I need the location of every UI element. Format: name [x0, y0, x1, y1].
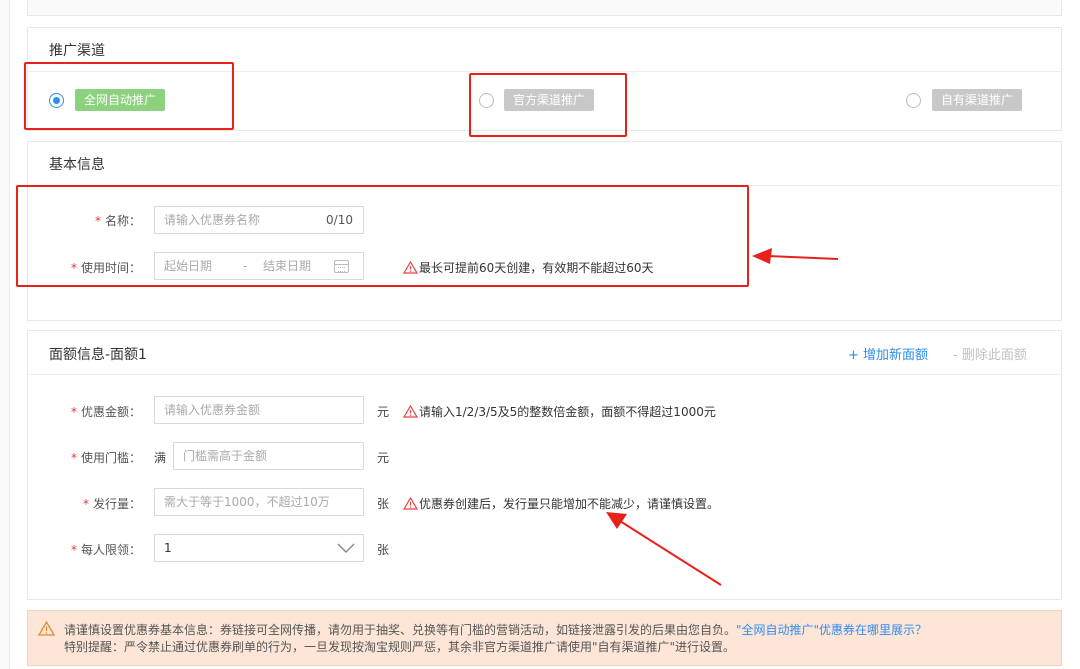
tag-official-promo[interactable]: 官方渠道推广 [504, 89, 595, 111]
time-label: * 使用时间： [70, 261, 141, 275]
threshold-unit: 元 [377, 451, 390, 465]
amount-hint: 请输入1/2/3/5及5的整数倍金额，面额不得超过1000元 [402, 403, 716, 420]
channel-divider [28, 71, 1061, 72]
amount-unit: 元 [377, 405, 390, 419]
threshold-label: * 使用门槛： [70, 451, 141, 465]
radio-self-promo[interactable] [906, 93, 921, 108]
notice-line-2: 特别提醒：严令禁止通过优惠券刷单的行为，一旦发现按淘宝规则严惩，其余非官方渠道推… [64, 640, 736, 654]
start-date-placeholder: 起始日期 [164, 259, 213, 273]
chevron-down-icon [337, 543, 355, 553]
previous-section-edge [27, 0, 1062, 16]
limit-select[interactable]: 1 [154, 534, 364, 562]
tag-auto-promo[interactable]: 全网自动推广 [75, 89, 166, 111]
add-denomination-link[interactable]: + 增加新面额 [848, 344, 928, 363]
left-rail [0, 0, 10, 669]
channel-section: 推广渠道 全网自动推广 官方渠道推广 自有渠道推广 [27, 27, 1062, 131]
quantity-unit: 张 [377, 497, 390, 511]
calendar-icon[interactable] [334, 260, 349, 273]
threshold-input[interactable]: 门槛需高于金额 [173, 442, 364, 470]
delete-denomination-link[interactable]: - 删除此面额 [953, 344, 1027, 363]
notice-line-1: 请谨慎设置优惠券基本信息：券链接可全网传播，请勿用于抽奖、兑换等有门槛的营销活动… [64, 623, 928, 637]
radio-auto-promo[interactable] [49, 93, 64, 108]
limit-label: * 每人限领： [70, 543, 141, 557]
notice-banner: 请谨慎设置优惠券基本信息：券链接可全网传播，请勿用于抽奖、兑换等有门槛的营销活动… [27, 610, 1062, 666]
coupon-name-input[interactable]: 请输入优惠券名称 0/10 [154, 206, 364, 234]
basic-info-divider [28, 185, 1061, 186]
basic-info-section: 基本信息 * 名称： 请输入优惠券名称 0/10 * 使用时间： 起始日期 - 结束… [27, 141, 1062, 321]
date-separator: - [243, 259, 248, 273]
warning-icon [402, 496, 419, 510]
tag-self-promo[interactable]: 自有渠道推广 [932, 89, 1023, 111]
auto-promo-display-link[interactable]: "全网自动推广"优惠券在哪里展示？ [736, 623, 927, 637]
quantity-label: * 发行量： [82, 497, 141, 511]
end-date-placeholder: 结束日期 [263, 259, 312, 273]
basic-info-title: 基本信息 [49, 157, 105, 173]
denomination-section: 面额信息-面额1 + 增加新面额 - 删除此面额 * 优惠金额： 请输入优惠券金额… [27, 330, 1062, 600]
channel-title: 推广渠道 [49, 43, 105, 59]
quantity-hint: 优惠券创建后，发行量只能增加不能减少，请谨慎设置。 [402, 495, 719, 512]
date-range-input[interactable]: 起始日期 - 结束日期 [154, 252, 364, 280]
name-label: * 名称： [94, 214, 141, 228]
name-counter: 0/10 [326, 213, 353, 227]
warning-icon [38, 621, 55, 636]
amount-label: * 优惠金额： [70, 405, 141, 419]
threshold-prefix: 满 [154, 451, 167, 465]
warning-icon [402, 404, 419, 418]
amount-input[interactable]: 请输入优惠券金额 [154, 396, 364, 424]
denomination-divider [28, 374, 1061, 375]
time-hint: 最长可提前60天创建，有效期不能超过60天 [402, 259, 654, 276]
limit-unit: 张 [377, 543, 390, 557]
radio-official-promo[interactable] [479, 93, 494, 108]
denomination-title: 面额信息-面额1 [49, 347, 147, 363]
warning-icon [402, 260, 419, 274]
quantity-input[interactable]: 需大于等于1000，不超过10万 [154, 488, 364, 516]
